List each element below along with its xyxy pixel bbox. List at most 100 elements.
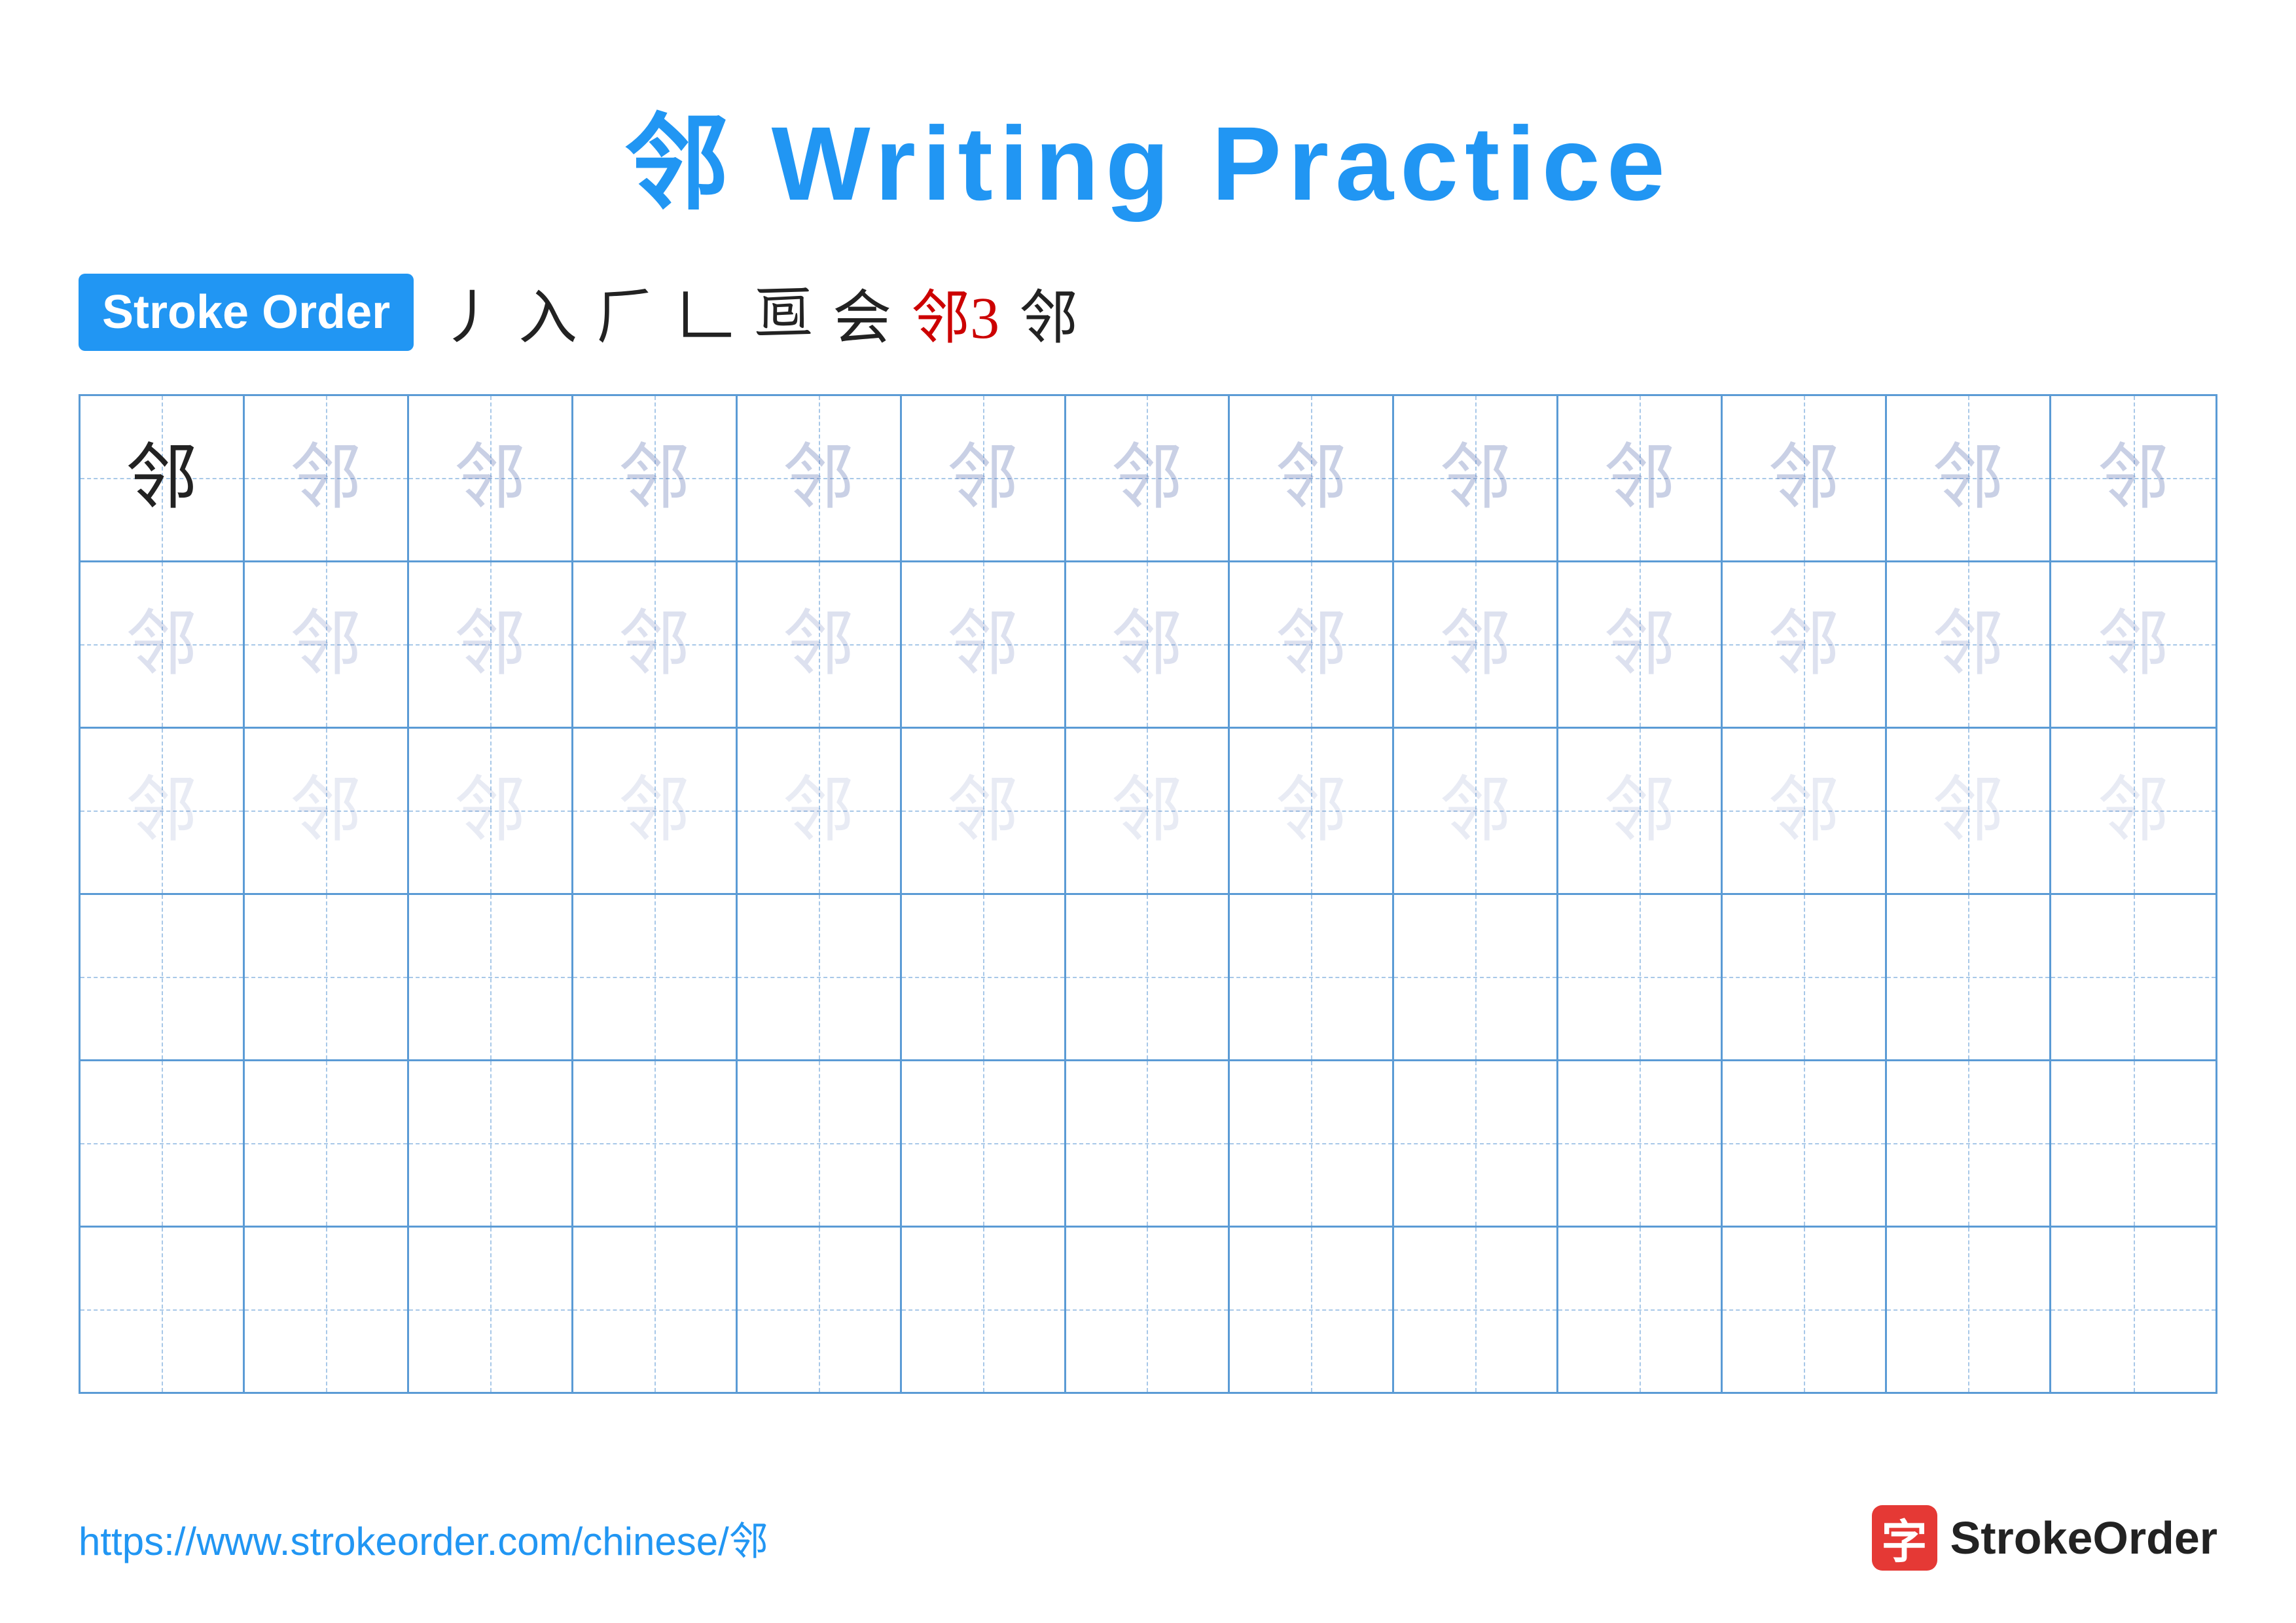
grid-cell: 邻	[1558, 396, 1723, 560]
practice-char: 邻	[947, 775, 1019, 847]
grid-cell: 邻	[573, 396, 738, 560]
grid-cell[interactable]	[1723, 895, 1887, 1059]
practice-char: 邻	[783, 608, 855, 680]
grid-cell[interactable]	[573, 1061, 738, 1226]
grid-cell[interactable]	[1066, 895, 1230, 1059]
grid-cell[interactable]	[738, 1061, 902, 1226]
grid-cell: 邻	[1558, 729, 1723, 893]
footer: https://www.strokeorder.com/chinese/邻 字 …	[79, 1505, 2217, 1571]
grid-cell[interactable]	[1558, 895, 1723, 1059]
strokeorder-logo-icon: 字	[1872, 1505, 1937, 1571]
footer-url[interactable]: https://www.strokeorder.com/chinese/邻	[79, 1510, 768, 1567]
grid-cell[interactable]	[573, 895, 738, 1059]
practice-char: 邻	[947, 608, 1019, 680]
grid-cell: 邻	[1394, 562, 1558, 727]
grid-cell[interactable]	[738, 895, 902, 1059]
grid-cell: 邻	[902, 562, 1066, 727]
grid-cell[interactable]	[738, 1228, 902, 1392]
practice-char: 邻	[1932, 442, 2004, 514]
grid-cell[interactable]	[409, 1228, 573, 1392]
grid-cell[interactable]	[1066, 1061, 1230, 1226]
grid-cell[interactable]	[409, 1061, 573, 1226]
practice-char: 邻	[783, 442, 855, 514]
grid-cell[interactable]	[1230, 1061, 1394, 1226]
practice-char: 邻	[1768, 442, 1840, 514]
grid-cell[interactable]	[2051, 1061, 2215, 1226]
practice-char: 邻	[947, 442, 1019, 514]
grid-cell[interactable]	[409, 895, 573, 1059]
grid-cell: 邻	[81, 729, 245, 893]
grid-cell: 邻	[738, 729, 902, 893]
grid-cell: 邻	[1066, 729, 1230, 893]
practice-char: 邻	[1439, 442, 1511, 514]
grid-cell[interactable]	[1723, 1061, 1887, 1226]
page-container: 邻 Writing Practice Stroke Order 丿 入 𠂆 𠃊 …	[0, 0, 2296, 1623]
grid-cell: 邻	[1394, 729, 1558, 893]
grid-cell[interactable]	[1887, 1228, 2051, 1392]
grid-cell: 邻	[81, 396, 245, 560]
practice-char: 邻	[126, 608, 198, 680]
grid-cell: 邻	[1394, 396, 1558, 560]
practice-char: 邻	[454, 442, 526, 514]
stroke-4: 𠃊	[675, 270, 734, 355]
stroke-6: 会	[833, 270, 891, 355]
grid-cell: 邻	[1230, 562, 1394, 727]
grid-cell[interactable]	[902, 1228, 1066, 1392]
practice-char: 邻	[1604, 775, 1676, 847]
practice-char: 邻	[454, 775, 526, 847]
stroke-3: 𠂆	[597, 270, 656, 355]
practice-char: 邻	[1439, 775, 1511, 847]
practice-char: 邻	[619, 442, 691, 514]
grid-cell: 邻	[245, 562, 409, 727]
grid-cell[interactable]	[1066, 1228, 1230, 1392]
stroke-5: 𠄢	[754, 278, 813, 347]
grid-cell: 邻	[1887, 396, 2051, 560]
stroke-sequence: 丿 入 𠂆 𠃊 𠄢 会 邻3 邻	[440, 270, 1078, 355]
grid-cell[interactable]	[245, 1228, 409, 1392]
grid-cell[interactable]	[1230, 1228, 1394, 1392]
grid-cell[interactable]	[81, 1061, 245, 1226]
grid-cell[interactable]	[245, 1061, 409, 1226]
grid-cell[interactable]	[81, 1228, 245, 1392]
grid-cell: 邻	[2051, 729, 2215, 893]
grid-cell: 邻	[902, 729, 1066, 893]
grid-cell: 邻	[2051, 562, 2215, 727]
grid-cell[interactable]	[1887, 1061, 2051, 1226]
grid-cell[interactable]	[245, 895, 409, 1059]
grid-cell[interactable]	[2051, 895, 2215, 1059]
grid-cell[interactable]	[1723, 1228, 1887, 1392]
grid-row-1: 邻 邻 邻 邻 邻 邻 邻 邻 邻 邻 邻 邻 邻	[81, 396, 2215, 562]
practice-char: 邻	[1275, 775, 1347, 847]
grid-row-2: 邻 邻 邻 邻 邻 邻 邻 邻 邻 邻 邻 邻 邻	[81, 562, 2215, 729]
grid-cell[interactable]	[902, 895, 1066, 1059]
grid-cell[interactable]	[1558, 1228, 1723, 1392]
grid-cell[interactable]	[573, 1228, 738, 1392]
grid-cell[interactable]	[902, 1061, 1066, 1226]
grid-cell[interactable]	[1394, 1061, 1558, 1226]
stroke-2: 入	[518, 270, 577, 355]
grid-cell[interactable]	[2051, 1228, 2215, 1392]
grid-row-4	[81, 895, 2215, 1061]
practice-char: 邻	[2098, 775, 2170, 847]
practice-char: 邻	[1604, 442, 1676, 514]
practice-grid: 邻 邻 邻 邻 邻 邻 邻 邻 邻 邻 邻 邻 邻 邻 邻 邻 邻 邻 邻 邻 …	[79, 394, 2217, 1394]
grid-cell[interactable]	[81, 895, 245, 1059]
practice-char: 邻	[1111, 442, 1183, 514]
practice-char: 邻	[1111, 608, 1183, 680]
grid-cell[interactable]	[1394, 1228, 1558, 1392]
grid-row-5	[81, 1061, 2215, 1228]
practice-char: 邻	[1932, 775, 2004, 847]
practice-char: 邻	[619, 775, 691, 847]
page-title: 邻 Writing Practice	[624, 105, 1672, 222]
grid-cell[interactable]	[1394, 895, 1558, 1059]
practice-char: 邻	[1439, 608, 1511, 680]
grid-cell[interactable]	[1887, 895, 2051, 1059]
stroke-order-section: Stroke Order 丿 入 𠂆 𠃊 𠄢 会 邻3 邻	[79, 270, 2217, 355]
practice-char: 邻	[2098, 608, 2170, 680]
grid-cell: 邻	[1558, 562, 1723, 727]
practice-char: 邻	[126, 442, 198, 514]
grid-cell: 邻	[1230, 396, 1394, 560]
grid-cell: 邻	[245, 396, 409, 560]
grid-cell[interactable]	[1230, 895, 1394, 1059]
grid-cell[interactable]	[1558, 1061, 1723, 1226]
